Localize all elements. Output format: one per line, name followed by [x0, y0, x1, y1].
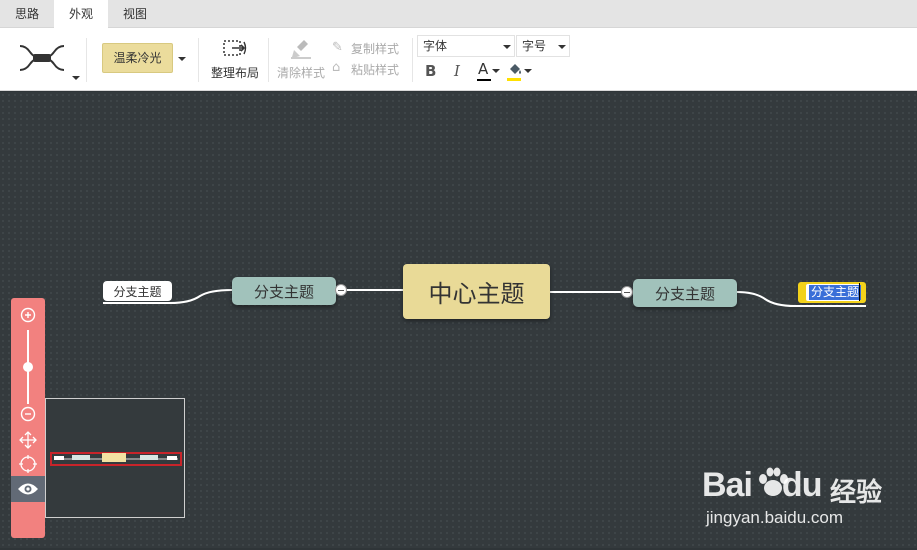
toggle-navigator-button[interactable]: [11, 476, 45, 502]
chevron-down-icon: [503, 45, 511, 49]
watermark-url: jingyan.baidu.com: [706, 508, 844, 527]
zoom-panel: [11, 298, 45, 538]
copy-style-icon: ✎: [332, 40, 343, 55]
baidu-paw-icon: [759, 467, 788, 496]
tab-silu[interactable]: 思路: [0, 0, 54, 28]
chevron-down-icon: [558, 45, 566, 49]
paste-style-button[interactable]: ⌂ 粘贴样式: [332, 60, 404, 78]
bold-label: B: [425, 62, 437, 80]
font-color-label: A: [478, 60, 489, 78]
zoom-out-icon: [20, 406, 36, 422]
paint-bucket-icon: [510, 64, 521, 74]
target-icon: [19, 455, 37, 473]
zoom-slider-thumb[interactable]: [23, 362, 33, 372]
structure-button[interactable]: [12, 38, 80, 82]
font-size-select[interactable]: 字号: [516, 35, 570, 57]
fill-color-swatch: [507, 78, 521, 81]
tab-bar: 思路 外观 视图: [0, 0, 917, 28]
font-size-value: 字号: [522, 39, 547, 53]
chevron-down-icon: [178, 57, 186, 61]
locate-center-button[interactable]: [11, 454, 45, 474]
tab-shitu[interactable]: 视图: [108, 0, 162, 28]
divider: [412, 38, 413, 82]
collapse-toggle-left[interactable]: [335, 284, 347, 296]
chevron-down-icon: [72, 76, 80, 80]
chevron-down-icon: [492, 69, 500, 73]
central-topic[interactable]: 中心主题: [403, 264, 550, 319]
left-sub-topic[interactable]: 分支主题: [103, 281, 172, 301]
text-cursor: [859, 283, 860, 301]
watermark-jingyan: 经验: [830, 478, 883, 508]
eye-icon: [18, 483, 38, 495]
italic-button[interactable]: I: [448, 61, 468, 81]
zoom-in-icon: [20, 307, 36, 323]
bold-button[interactable]: B: [420, 61, 440, 81]
navigator-minimap[interactable]: [45, 398, 185, 518]
font-family-value: 字体: [423, 39, 448, 53]
font-family-select[interactable]: 字体: [417, 35, 515, 57]
right-sub-topic-selected[interactable]: 分支主题: [798, 282, 866, 303]
arrange-layout-button[interactable]: 整理布局: [206, 38, 264, 82]
paste-style-icon: ⌂: [332, 60, 341, 75]
watermark-bai: Bai: [702, 466, 753, 504]
ribbon-toolbar: 温柔冷光 整理布局 清除样式 ✎ 复制样式 ⌂ 粘贴样式 字体 字号 B I A: [0, 28, 917, 91]
minimap-preview: [50, 452, 182, 466]
chevron-down-icon: [524, 69, 532, 73]
move-arrows-icon: [19, 431, 37, 449]
left-branch-topic[interactable]: 分支主题: [232, 277, 336, 305]
tab-waiguan[interactable]: 外观: [54, 0, 108, 28]
zoom-in-button[interactable]: [11, 306, 45, 324]
copy-style-button[interactable]: ✎ 复制样式: [332, 39, 404, 57]
zoom-out-button[interactable]: [11, 405, 45, 423]
divider: [198, 38, 199, 82]
paste-style-label: 粘贴样式: [351, 63, 400, 77]
right-branch-topic[interactable]: 分支主题: [633, 279, 737, 307]
divider: [268, 38, 269, 82]
collapse-toggle-right[interactable]: [621, 286, 633, 298]
clear-style-icon: [291, 40, 311, 59]
arrange-layout-label: 整理布局: [211, 66, 260, 80]
italic-label: I: [454, 62, 460, 80]
copy-style-label: 复制样式: [351, 42, 400, 56]
clear-style-label: 清除样式: [277, 66, 326, 80]
selected-text[interactable]: 分支主题: [809, 285, 862, 300]
divider: [86, 38, 87, 82]
mindmap-structure-icon: [19, 45, 65, 71]
theme-dropdown-button[interactable]: [176, 54, 188, 64]
clear-style-button[interactable]: 清除样式: [274, 38, 328, 82]
font-color-swatch: [477, 79, 491, 81]
font-color-button[interactable]: A: [475, 60, 503, 82]
arrange-layout-icon: [223, 40, 247, 56]
pan-button[interactable]: [11, 430, 45, 450]
theme-button[interactable]: 温柔冷光: [102, 43, 173, 73]
fill-color-button[interactable]: [506, 60, 534, 82]
